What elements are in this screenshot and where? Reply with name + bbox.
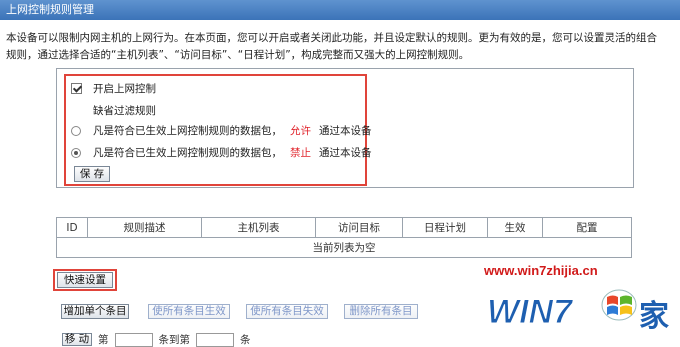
enable-label: 开启上网控制: [93, 83, 156, 95]
move-button[interactable]: 移 动: [62, 333, 92, 346]
empty-text: 当前列表为空: [56, 237, 632, 258]
col-config: 配置: [542, 217, 632, 238]
col-host-list: 主机列表: [201, 217, 316, 238]
deny-word: 禁止: [290, 147, 311, 159]
table-empty-row: 当前列表为空: [56, 237, 632, 258]
col-target: 访问目标: [315, 217, 403, 238]
move-from-input[interactable]: [114, 332, 153, 347]
disable-all-button[interactable]: 使所有条目失效: [246, 304, 328, 319]
col-id: ID: [56, 217, 88, 238]
col-description: 规则描述: [87, 217, 202, 238]
pager-end-word: 条: [240, 334, 251, 346]
table-header-row: ID 规则描述 主机列表 访问目标 日程计划 生效 配置: [56, 217, 632, 238]
add-single-button[interactable]: 增加单个条目: [61, 304, 129, 319]
watermark-url: www.win7zhijia.cn: [484, 263, 598, 278]
windows-flag-icon: [601, 289, 637, 321]
col-schedule: 日程计划: [402, 217, 488, 238]
win7-logo: WIN7 家: [485, 281, 680, 341]
allow-radio[interactable]: [71, 125, 81, 136]
deny-row[interactable]: 凡是符合已生效上网控制规则的数据包， 禁止 通过本设备: [71, 145, 372, 160]
pager-item-word: 第: [98, 334, 109, 346]
logo-text: WIN7: [487, 293, 574, 331]
rule-suffix-allow: 通过本设备: [319, 125, 372, 137]
allow-word: 允许: [290, 125, 311, 137]
enable-checkbox[interactable]: [71, 83, 82, 94]
col-enabled: 生效: [487, 217, 543, 238]
pager-to-word: 条到第: [158, 334, 191, 346]
rules-table: ID 规则描述 主机列表 访问目标 日程计划 生效 配置 当前列表为空: [56, 217, 632, 258]
win7-logo-graphic: WIN7 家: [487, 289, 669, 334]
enable-all-button[interactable]: 使所有条目生效: [148, 304, 230, 319]
intro-text: 本设备可以限制内网主机的上网行为。在本页面，您可以开启或者关闭此功能，并且设定默…: [6, 32, 657, 61]
logo-suffix: 家: [639, 299, 669, 334]
page-title: 上网控制规则管理: [6, 3, 94, 16]
save-button[interactable]: 保 存: [74, 166, 110, 182]
deny-radio[interactable]: [71, 147, 81, 158]
default-rule-label: 缺省过滤规则: [93, 105, 156, 117]
title-bar: 上网控制规则管理: [0, 0, 680, 20]
rule-suffix-deny: 通过本设备: [319, 147, 372, 159]
rule-prefix-deny: 凡是符合已生效上网控制规则的数据包，: [93, 147, 282, 159]
pager: 移 动 第 条到第 条: [62, 332, 251, 347]
allow-row[interactable]: 凡是符合已生效上网控制规则的数据包， 允许 通过本设备: [71, 123, 372, 138]
move-to-input[interactable]: [196, 332, 234, 347]
quick-setup-button[interactable]: 快速设置: [57, 272, 113, 288]
enable-row[interactable]: 开启上网控制: [71, 81, 156, 96]
rule-prefix-allow: 凡是符合已生效上网控制规则的数据包，: [93, 125, 282, 137]
delete-all-button[interactable]: 删除所有条目: [344, 304, 418, 319]
